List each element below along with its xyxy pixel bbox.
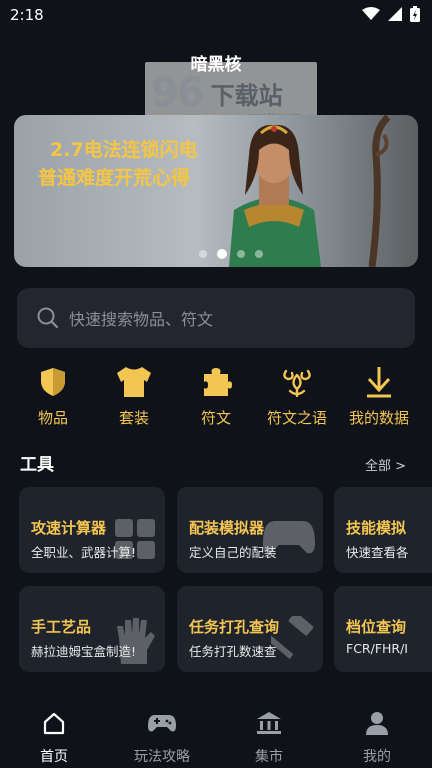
- status-icons: [362, 6, 420, 22]
- tool-card-skill-simulator[interactable]: 技能模拟 快速查看各: [334, 487, 432, 573]
- tool-card-subtitle: 全职业、武器计算!: [31, 545, 137, 560]
- tool-card-title: 技能模拟: [346, 519, 407, 537]
- puzzle-icon: [204, 368, 232, 396]
- tools-section-title: 工具: [20, 455, 54, 475]
- tool-card-build-simulator[interactable]: 配装模拟器 定义自己的配装: [177, 487, 323, 573]
- tab-home[interactable]: 首页: [9, 710, 99, 766]
- tab-guides[interactable]: 玩法攻略: [117, 710, 207, 766]
- tool-card-title: 任务打孔查询: [189, 618, 280, 636]
- status-time: 2:18: [10, 6, 44, 24]
- gamepad-icon: [148, 715, 176, 732]
- banner-dot-active[interactable]: [217, 249, 227, 259]
- banner-subheadline: 普通难度开荒心得: [38, 167, 191, 189]
- category-my-data-label: 我的数据: [348, 409, 409, 427]
- rune-icon: [283, 369, 311, 397]
- user-icon: [366, 712, 388, 735]
- banner-pagination[interactable]: [14, 249, 418, 259]
- banner-headline: 2.7电法连锁闪电: [50, 139, 198, 161]
- banner-dot[interactable]: [255, 250, 263, 258]
- tool-card-title: 攻速计算器: [31, 519, 107, 537]
- category-items[interactable]: 物品: [13, 365, 93, 428]
- tool-card-subtitle: 快速查看各: [346, 545, 409, 560]
- staff-illustration: [368, 115, 391, 267]
- tab-home-label: 首页: [40, 749, 68, 765]
- bank-icon: [257, 712, 281, 734]
- search-input[interactable]: 快速搜索物品、符文: [17, 288, 415, 348]
- watermark-text: 下载站: [210, 81, 283, 110]
- search-icon: [37, 307, 59, 329]
- tool-card-subtitle: 定义自己的配装: [189, 545, 277, 560]
- tab-market[interactable]: 集市: [224, 710, 314, 766]
- category-runes[interactable]: 符文: [176, 365, 256, 428]
- category-sets-label: 套装: [118, 409, 149, 427]
- download-icon: [367, 367, 391, 398]
- category-runewords-label: 符文之语: [266, 409, 327, 427]
- banner-dot[interactable]: [199, 250, 207, 258]
- tool-card-breakpoints[interactable]: 档位查询 FCR/FHR/I: [334, 586, 432, 672]
- home-icon: [43, 712, 65, 735]
- tools-see-all-link[interactable]: 全部 >: [365, 455, 406, 474]
- category-items-label: 物品: [37, 409, 68, 427]
- shield-icon: [41, 368, 65, 396]
- tool-card-subtitle: 赫拉迪姆宝盒制造!: [31, 644, 137, 659]
- armor-icon: [117, 367, 151, 397]
- sorceress-illustration: [229, 124, 321, 267]
- tool-card-attack-speed[interactable]: 攻速计算器 全职业、武器计算!: [19, 487, 165, 573]
- tool-card-crafting[interactable]: 手工艺品 赫拉迪姆宝盒制造!: [19, 586, 165, 672]
- tab-guides-label: 玩法攻略: [134, 749, 190, 765]
- category-shortcuts: 物品 套装 符文 符文之语 我的数据: [0, 365, 432, 430]
- tool-card-title: 档位查询: [346, 618, 407, 636]
- tab-market-label: 集市: [255, 749, 283, 765]
- status-bar: 2:18: [0, 0, 432, 30]
- tab-profile-label: 我的: [363, 749, 391, 765]
- battery-icon: [410, 6, 420, 22]
- category-sets[interactable]: 套装: [94, 365, 174, 428]
- tool-card-socket-quest[interactable]: 任务打孔查询 任务打孔数速查: [177, 586, 323, 672]
- category-runewords[interactable]: 符文之语: [257, 365, 337, 428]
- promo-banner[interactable]: 2.7电法连锁闪电 普通难度开荒心得: [14, 115, 418, 267]
- search-placeholder: 快速搜索物品、符文: [69, 310, 214, 329]
- category-runes-label: 符文: [200, 409, 231, 427]
- watermark-number: 96: [151, 70, 205, 116]
- tool-card-subtitle: 任务打孔数速查: [189, 644, 277, 659]
- tool-card-title: 手工艺品: [31, 618, 92, 636]
- category-my-data[interactable]: 我的数据: [339, 365, 419, 428]
- tool-card-title: 配装模拟器: [189, 519, 265, 537]
- signal-icon: [388, 7, 402, 21]
- tab-profile[interactable]: 我的: [332, 710, 422, 766]
- banner-dot[interactable]: [237, 250, 245, 258]
- tool-card-subtitle: FCR/FHR/I: [346, 641, 408, 656]
- bottom-tab-bar: 首页 玩法攻略 集市 我的: [0, 700, 432, 768]
- wifi-icon: [362, 7, 380, 20]
